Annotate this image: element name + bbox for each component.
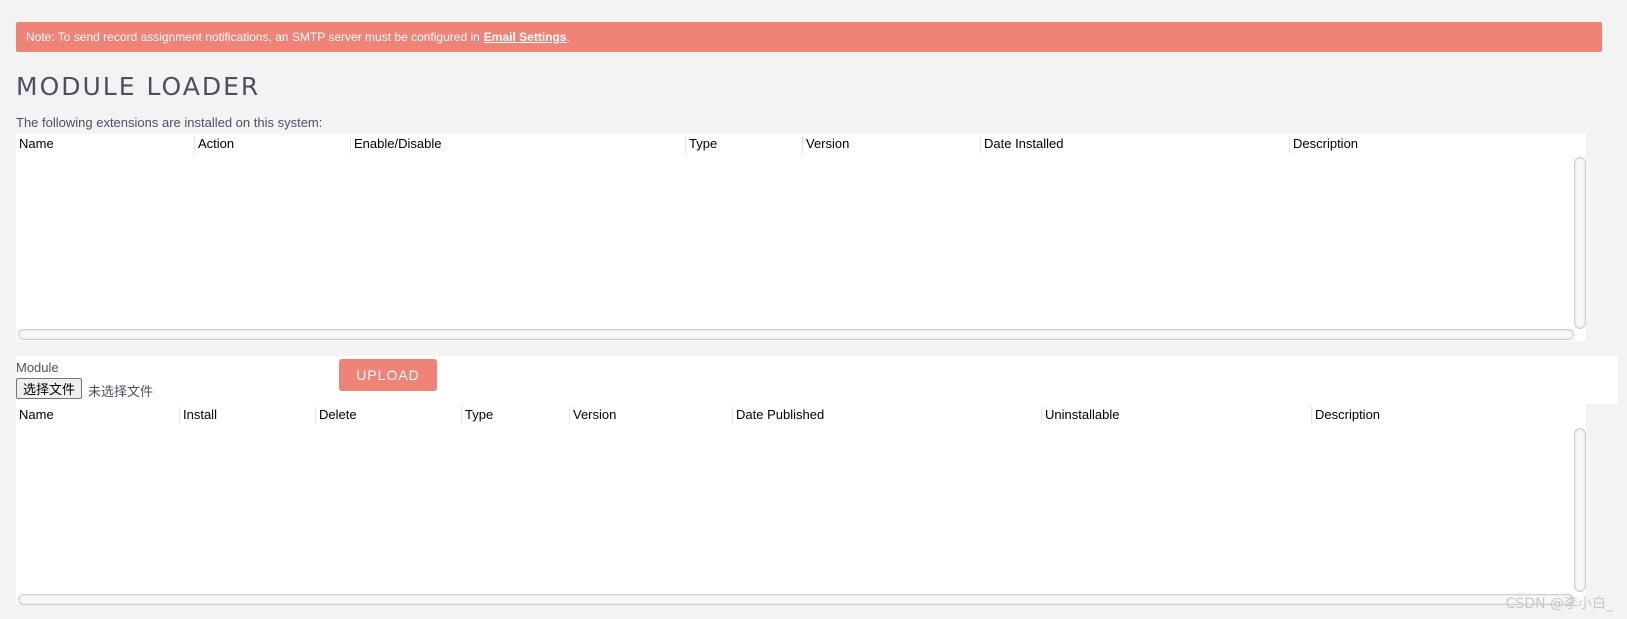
published-modules-table: Name Install Delete Type Version Date Pu… (16, 404, 1586, 605)
installed-table-header: Name Action Enable/Disable Type Version … (16, 133, 1566, 155)
upload-button[interactable]: UPLOAD (339, 359, 437, 391)
published-vertical-scrollbar[interactable] (1574, 428, 1586, 592)
published-col-type: Type (461, 407, 493, 424)
installed-extensions-table: Name Action Enable/Disable Type Version … (16, 133, 1586, 341)
installed-horizontal-scrollbar[interactable] (18, 329, 1574, 340)
choose-file-button[interactable]: 选择文件 (16, 378, 83, 399)
installed-extensions-intro: The following extensions are installed o… (16, 115, 323, 130)
installed-col-description: Description (1289, 136, 1358, 153)
published-col-install: Install (179, 407, 217, 424)
published-horizontal-scrollbar[interactable] (18, 594, 1574, 605)
installed-col-enable-disable: Enable/Disable (350, 136, 441, 153)
notice-suffix: . (566, 30, 570, 44)
smtp-notice-banner: Note: To send record assignment notifica… (16, 22, 1602, 52)
published-col-date-published: Date Published (732, 407, 824, 424)
installed-col-version: Version (802, 136, 849, 153)
published-col-description: Description (1311, 407, 1380, 424)
file-status-text: 未选择文件 (88, 385, 154, 400)
upload-module-strip (16, 356, 1618, 404)
published-col-uninstallable: Uninstallable (1041, 407, 1119, 424)
csdn-watermark: CSDN @李小白_ (1505, 596, 1613, 612)
published-col-version: Version (569, 407, 616, 424)
notice-text: Note: To send record assignment notifica… (26, 30, 480, 44)
email-settings-link[interactable]: Email Settings (484, 30, 567, 44)
page-title: MODULE LOADER (16, 72, 261, 101)
installed-col-date-installed: Date Installed (980, 136, 1064, 153)
published-col-delete: Delete (315, 407, 357, 424)
installed-col-name: Name (19, 136, 54, 151)
published-table-header: Name Install Delete Type Version Date Pu… (16, 404, 1566, 426)
published-col-name: Name (19, 407, 54, 422)
installed-col-type: Type (685, 136, 717, 153)
installed-col-action: Action (194, 136, 234, 153)
installed-vertical-scrollbar[interactable] (1574, 157, 1586, 329)
module-label: Module (16, 360, 59, 375)
